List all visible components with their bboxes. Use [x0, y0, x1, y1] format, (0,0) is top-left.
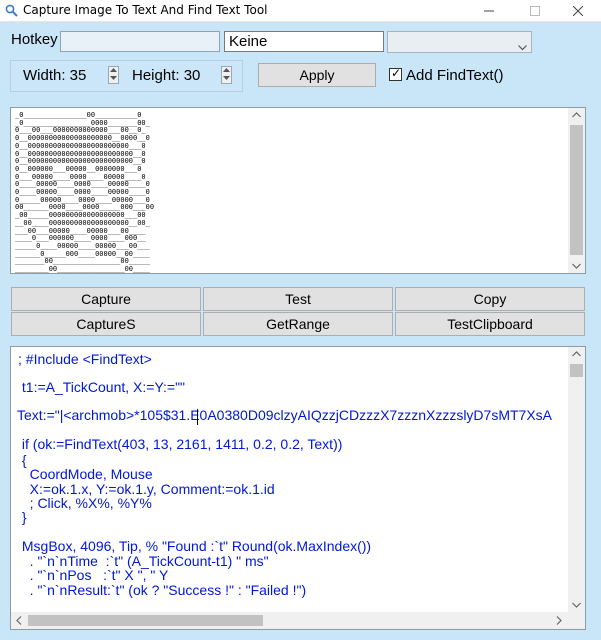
close-button[interactable]	[555, 0, 601, 22]
spin-down-icon	[223, 76, 230, 80]
scroll-right-icon	[556, 616, 562, 625]
code-horizontal-scrollbar[interactable]	[11, 612, 585, 629]
code-line: if (ok:=FindText(403, 13, 2161, 1411, 0.…	[18, 436, 343, 452]
scroll-up-icon	[572, 351, 581, 357]
code-line: }	[18, 509, 27, 525]
preview-text: _0_______________00__________0 _0_______…	[15, 111, 155, 274]
getrange-button[interactable]: GetRange	[203, 312, 393, 336]
code-line: . "`n`nPos :`t" X ", " Y	[18, 567, 169, 583]
copy-button[interactable]: Copy	[395, 287, 585, 311]
height-spinner[interactable]	[221, 66, 232, 84]
captures-button[interactable]: CaptureS	[11, 312, 201, 336]
test-button[interactable]: Test	[203, 287, 393, 311]
capture-preview[interactable]: _0_______________00__________0 _0_______…	[10, 107, 586, 274]
scroll-thumb[interactable]	[28, 615, 263, 626]
code-editor[interactable]: ; #Include <FindText> t1:=A_TickCount, X…	[10, 346, 586, 630]
scroll-left-icon	[16, 616, 22, 625]
scroll-down-icon	[572, 263, 581, 269]
hotkey-key-field[interactable]: Keine	[224, 31, 384, 52]
apply-button[interactable]: Apply	[258, 63, 376, 87]
spin-down-icon	[110, 76, 117, 80]
height-label: Height: 30	[132, 67, 201, 84]
preview-scrollbar[interactable]	[568, 108, 585, 273]
add-findtext-label: Add FindText()	[406, 67, 504, 84]
minimize-button[interactable]	[466, 0, 512, 22]
code-line: t1:=A_TickCount, X:=Y:=""	[18, 379, 186, 395]
width-label: Width: 35	[23, 67, 87, 84]
hotkey-dropdown[interactable]	[387, 31, 532, 53]
testclipboard-button[interactable]: TestClipboard	[395, 312, 585, 336]
code-line: . "`n`nResult:`t" (ok ? "Success !" : "F…	[18, 582, 307, 598]
add-findtext-checkbox[interactable]: ✓	[389, 66, 402, 81]
scroll-up-icon	[572, 112, 581, 118]
width-spinner[interactable]	[108, 66, 119, 84]
window-title: Capture Image To Text And Find Text Tool	[23, 3, 268, 17]
capture-button[interactable]: Capture	[11, 287, 201, 311]
code-line: MsgBox, 4096, Tip, % "Found :`t" Round(o…	[18, 538, 372, 554]
scroll-thumb[interactable]	[570, 364, 583, 377]
title-bar: Capture Image To Text And Find Text Tool	[0, 0, 601, 22]
scroll-down-icon	[572, 602, 581, 608]
code-line: CoordMode, Mouse	[18, 466, 153, 482]
check-icon: ✓	[391, 66, 402, 80]
hotkey-label: Hotkey	[11, 31, 58, 48]
code-vertical-scrollbar[interactable]	[568, 347, 585, 612]
hotkey-input[interactable]	[60, 31, 220, 52]
maximize-button[interactable]	[512, 0, 558, 22]
app-icon	[5, 4, 18, 17]
code-line: ; #Include <FindText>	[18, 351, 152, 367]
code-line: Text:="|<archmob>*105$31.E0A0380D09clzyA…	[17, 407, 553, 423]
spin-up-icon	[223, 68, 230, 72]
scroll-thumb[interactable]	[570, 125, 583, 255]
code-line: ; Click, %X%, %Y%	[18, 495, 152, 511]
text-cursor	[197, 409, 198, 425]
spin-up-icon	[110, 68, 117, 72]
chevron-down-icon	[518, 38, 527, 56]
